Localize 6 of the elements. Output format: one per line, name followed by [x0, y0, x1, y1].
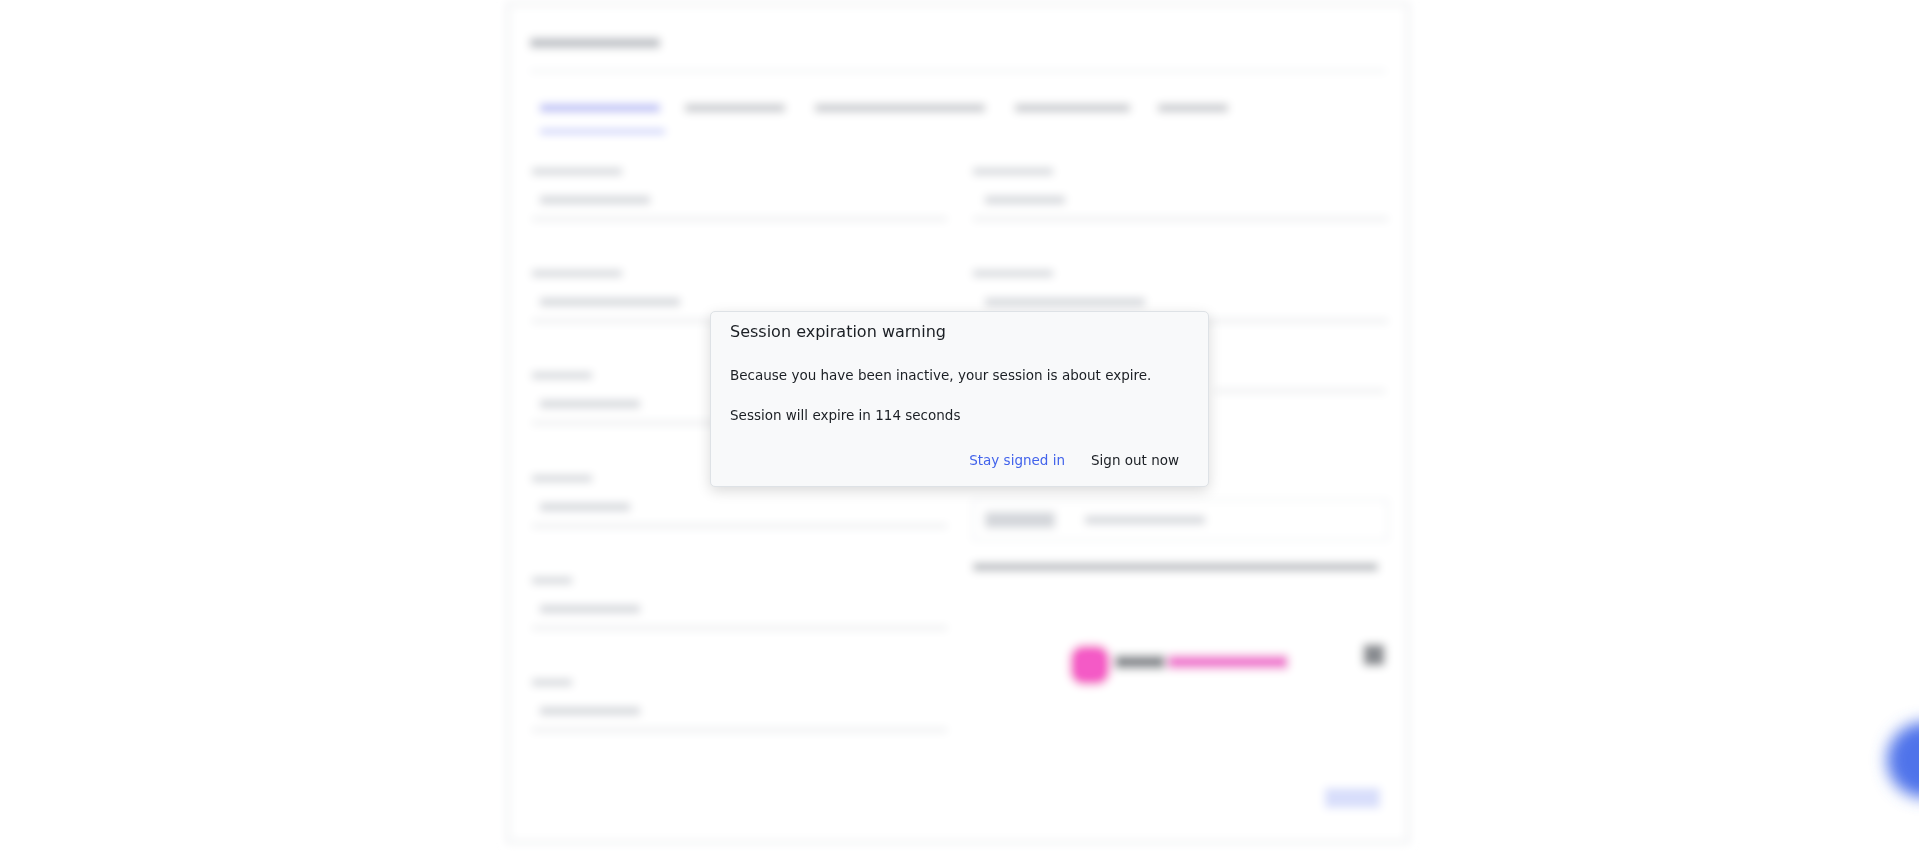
stay-signed-in-button[interactable]: Stay signed in — [959, 443, 1075, 476]
dialog-message: Because you have been inactive, your session is about expire. — [730, 366, 1153, 386]
floating-action-button[interactable] — [1887, 722, 1919, 798]
dialog-title: Session expiration warning — [730, 322, 947, 342]
dialog-message: Session will expire in 114 seconds — [730, 406, 962, 426]
sign-out-button[interactable]: Sign out now — [1081, 443, 1189, 476]
